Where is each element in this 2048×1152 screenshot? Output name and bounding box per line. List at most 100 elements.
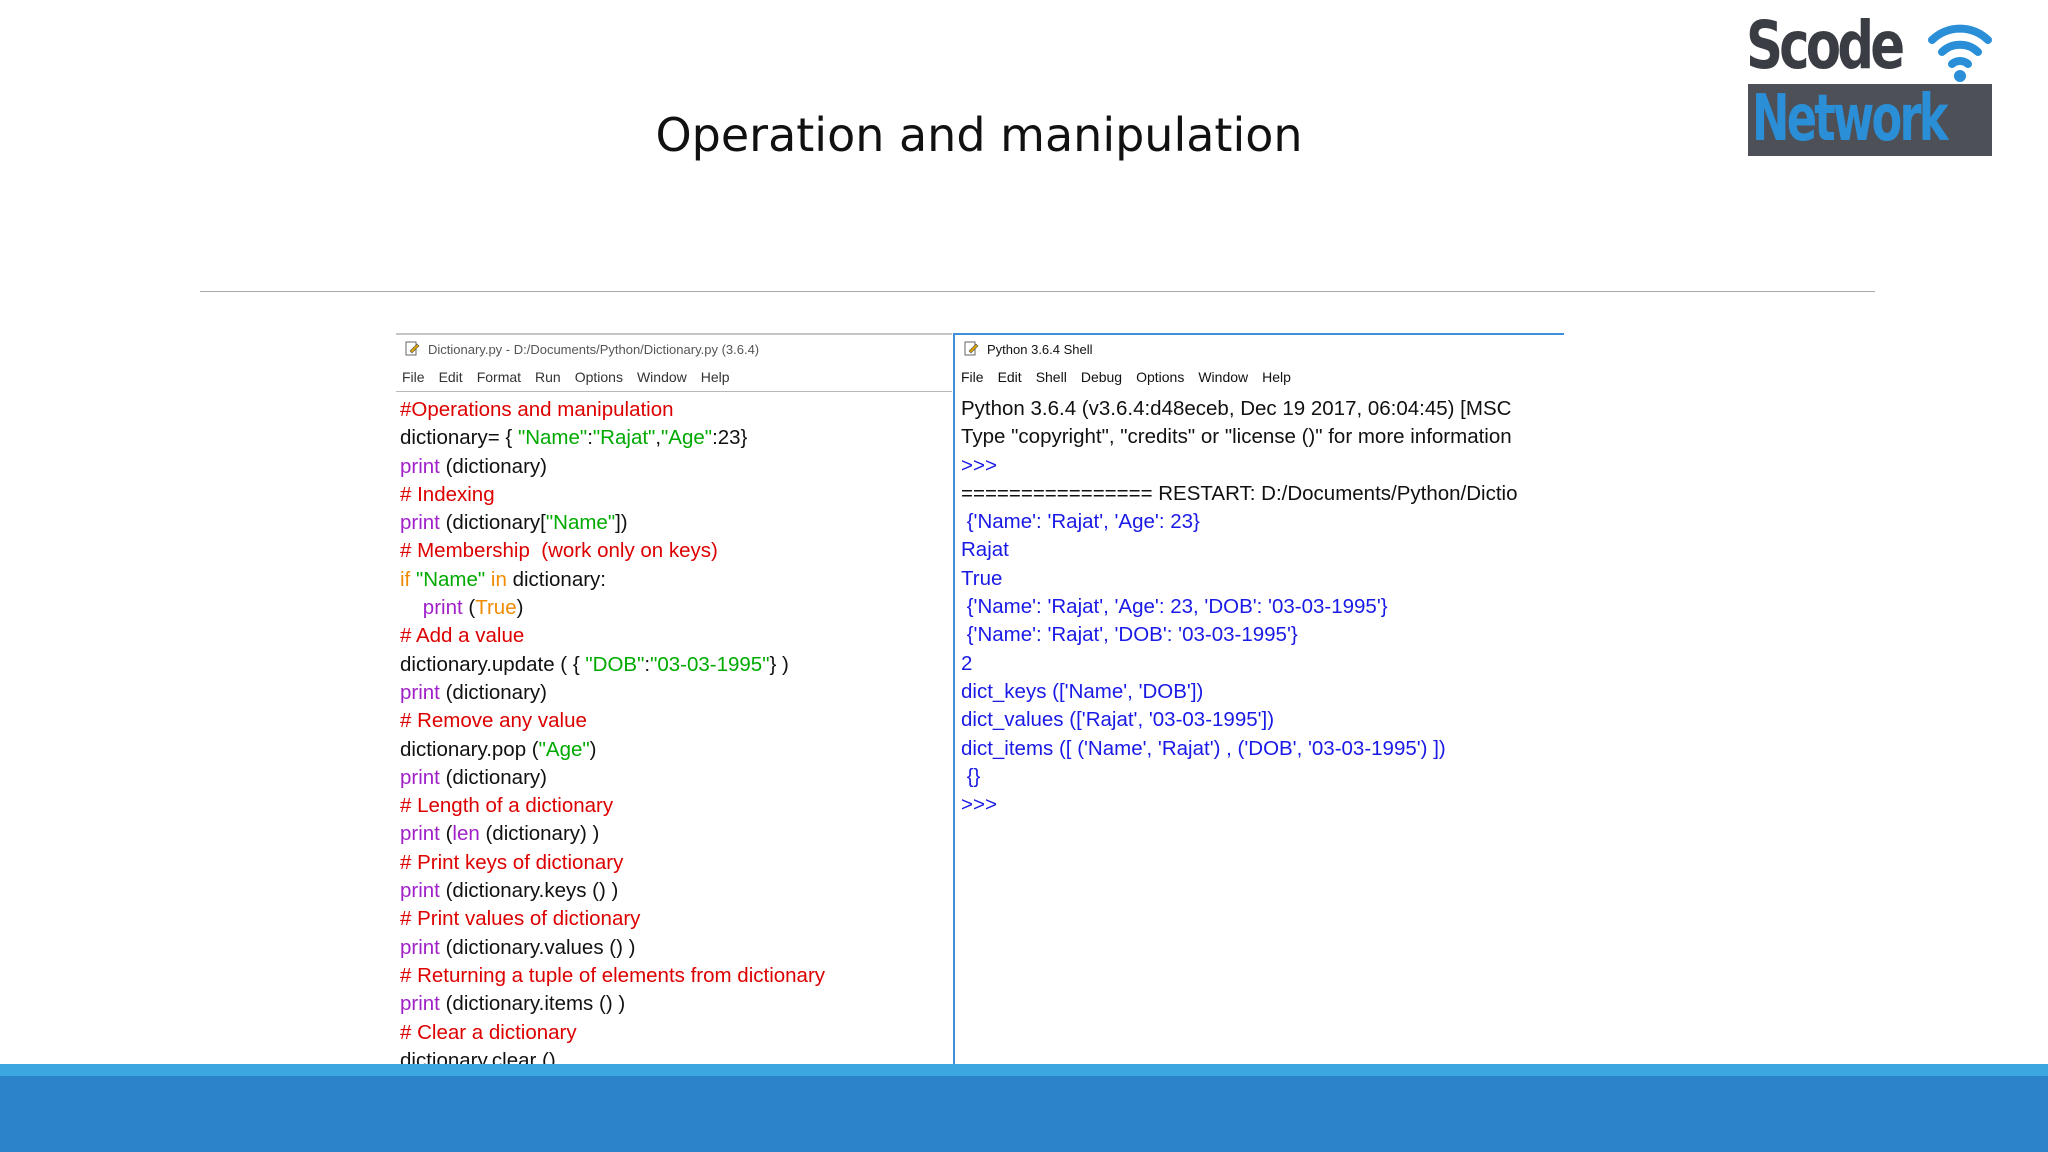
shell-output-line: dict_items ([ ('Name', 'Rajat') , ('DOB'… <box>961 735 1564 763</box>
editor-code-area[interactable]: #Operations and manipulation dictionary= … <box>396 392 952 1103</box>
code-token: (dictionary) <box>439 680 547 704</box>
code-token: {} <box>961 764 981 788</box>
editor-code-line: print (True) <box>400 594 952 622</box>
shell-output-line: {'Name': 'Rajat', 'Age': 23} <box>961 508 1564 536</box>
code-token: (dictionary) <box>439 765 547 789</box>
editor-code-line: # Returning a tuple of elements from dic… <box>400 962 952 990</box>
shell-output-line: Type "copyright", "credits" or "license … <box>961 423 1564 451</box>
code-token: ]) <box>615 511 628 535</box>
shell-output-line: {'Name': 'Rajat', 'Age': 23, 'DOB': '03-… <box>961 593 1564 621</box>
code-token: print <box>400 879 440 903</box>
wifi-icon <box>1928 24 1992 82</box>
shell-output-line: >>> <box>961 791 1564 819</box>
editor-window: Dictionary.py - D:/Documents/Python/Dict… <box>396 333 952 1111</box>
shell-output-line: ================ RESTART: D:/Documents/P… <box>961 480 1564 508</box>
code-token: in <box>490 567 507 591</box>
editor-code-line: # Remove any value <box>400 707 952 735</box>
editor-code-line: dictionary.update ( { "DOB":"03-03-1995"… <box>400 651 952 679</box>
code-token: print <box>422 596 463 620</box>
idle-file-icon <box>404 341 420 357</box>
code-token: # Remove any value <box>400 709 587 733</box>
editor-code-line: print (dictionary) <box>400 679 952 707</box>
code-token: dictionary= { <box>400 426 518 450</box>
editor-menu-window[interactable]: Window <box>637 369 687 385</box>
editor-code-line: if "Name" in dictionary: <box>400 566 952 594</box>
code-token: print <box>400 511 440 535</box>
code-token: ) <box>589 737 597 761</box>
code-token: # Clear a dictionary <box>400 1020 577 1044</box>
code-token: True <box>475 596 517 620</box>
code-token: if <box>400 567 411 591</box>
code-token: True <box>961 566 1003 590</box>
logo-text-network: Network <box>1752 82 1949 156</box>
editor-code-line: print (dictionary["Name"]) <box>400 509 952 537</box>
shell-window: Python 3.6.4 Shell File Edit Shell Debug Opt… <box>953 333 1564 1111</box>
editor-menu-help[interactable]: Help <box>701 369 730 385</box>
editor-titlebar: Dictionary.py - D:/Documents/Python/Dict… <box>396 335 952 363</box>
code-token: dict_keys (['Name', 'DOB']) <box>961 679 1204 703</box>
code-token: "DOB" <box>585 652 645 676</box>
shell-titlebar: Python 3.6.4 Shell <box>955 335 1564 363</box>
shell-menu-window[interactable]: Window <box>1198 369 1248 385</box>
code-token: ================ RESTART: D:/Documents/P… <box>961 481 1518 505</box>
editor-code-line: # Length of a dictionary <box>400 792 952 820</box>
python-shell-icon <box>963 341 979 357</box>
code-token: # Print values of dictionary <box>400 907 641 931</box>
editor-menu-run[interactable]: Run <box>535 369 561 385</box>
code-token: "03-03-1995" <box>650 652 770 676</box>
shell-output-line: Rajat <box>961 536 1564 564</box>
code-token: dictionary.update ( { <box>400 652 586 676</box>
code-token: ( <box>439 822 453 846</box>
editor-title: Dictionary.py - D:/Documents/Python/Dict… <box>428 341 760 357</box>
editor-code-line: # Print keys of dictionary <box>400 849 952 877</box>
code-token: {'Name': 'Rajat', 'DOB': '03-03-1995'} <box>961 623 1298 647</box>
editor-code-line: # Indexing <box>400 481 952 509</box>
editor-code-line: print (dictionary.items () ) <box>400 990 952 1018</box>
logo-text-scode: Scode <box>1746 7 1905 84</box>
code-token: Python 3.6.4 (v3.6.4:d48eceb, Dec 19 201… <box>961 397 1512 420</box>
shell-menu-shell[interactable]: Shell <box>1036 369 1067 385</box>
screenshot-panel: Dictionary.py - D:/Documents/Python/Dict… <box>396 333 1564 1111</box>
code-token: (dictionary.items () ) <box>439 992 626 1016</box>
shell-menubar: File Edit Shell Debug Options Window Help <box>955 363 1564 391</box>
shell-output-line: {'Name': 'Rajat', 'DOB': '03-03-1995'} <box>961 621 1564 649</box>
code-token: print <box>400 822 440 846</box>
code-token: 2 <box>961 651 973 675</box>
editor-code-line: print (dictionary) <box>400 764 952 792</box>
shell-output-line: {} <box>961 763 1564 791</box>
shell-menu-options[interactable]: Options <box>1136 369 1184 385</box>
editor-code-line: print (len (dictionary) ) <box>400 820 952 848</box>
editor-code-line: print (dictionary) <box>400 453 952 481</box>
editor-menu-options[interactable]: Options <box>575 369 623 385</box>
code-token: # Add a value <box>400 624 525 648</box>
code-token: # Print keys of dictionary <box>400 850 624 874</box>
editor-menu-edit[interactable]: Edit <box>439 369 463 385</box>
editor-code-line: # Clear a dictionary <box>400 1019 952 1047</box>
shell-output-line: 2 <box>961 650 1564 678</box>
code-token: print <box>400 992 440 1016</box>
code-token: "Name" <box>415 567 486 591</box>
code-token: (dictionary.values () ) <box>439 935 636 959</box>
code-token: Rajat <box>961 538 1009 562</box>
shell-menu-file[interactable]: File <box>961 369 984 385</box>
editor-menu-file[interactable]: File <box>402 369 425 385</box>
shell-output-area[interactable]: Python 3.6.4 (v3.6.4:d48eceb, Dec 19 201… <box>955 391 1564 819</box>
shell-menu-edit[interactable]: Edit <box>998 369 1022 385</box>
code-token: :23} <box>712 426 748 450</box>
editor-menu-format[interactable]: Format <box>477 369 521 385</box>
shell-output-line: dict_keys (['Name', 'DOB']) <box>961 678 1564 706</box>
code-token: # Length of a dictionary <box>400 794 614 818</box>
code-token: # Indexing <box>400 482 495 506</box>
code-token: (dictionary.keys () ) <box>439 879 619 903</box>
code-token: dictionary.pop ( <box>400 737 539 761</box>
code-token: "Age" <box>661 426 713 450</box>
code-token: dict_items ([ ('Name', 'Rajat') , ('DOB'… <box>961 736 1446 760</box>
shell-menu-help[interactable]: Help <box>1262 369 1291 385</box>
shell-menu-debug[interactable]: Debug <box>1081 369 1122 385</box>
footer-bar <box>0 1076 2048 1152</box>
code-token: # Returning a tuple of elements from dic… <box>400 963 826 987</box>
code-token: "Name" <box>517 426 588 450</box>
code-token: Type "copyright", "credits" or "license … <box>961 425 1512 449</box>
code-token: ) <box>516 596 524 620</box>
